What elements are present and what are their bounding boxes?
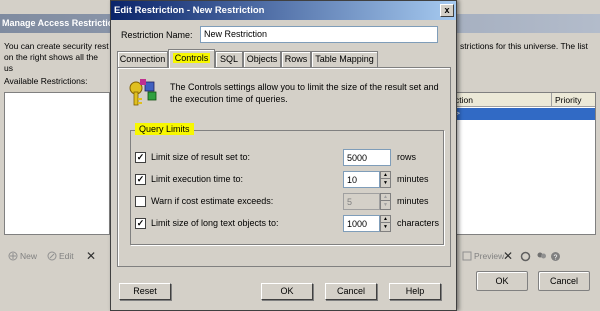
spinner-down-icon[interactable]: ▼ [381, 224, 390, 231]
help-icon: ? [551, 251, 560, 261]
spinner-up-icon[interactable]: ▲ [381, 216, 390, 223]
limit-result-set-option: ✓ Limit size of result set to: 5000 rows [135, 149, 439, 166]
result-set-unit: rows [397, 152, 417, 162]
limit-long-text-label: Limit size of long text objects to: [151, 218, 279, 228]
controls-tab-panel: The Controls settings allow you to limit… [117, 67, 451, 267]
warn-cost-estimate-label: Warn if cost estimate exceeds: [151, 196, 274, 206]
list-header: ction Priority [451, 93, 595, 107]
close-button[interactable]: x [440, 4, 454, 17]
available-restrictions-label: Available Restrictions: [4, 76, 88, 86]
delete-icon: ✕ [86, 249, 97, 263]
tab-connection[interactable]: Connection [117, 51, 168, 67]
dialog-titlebar[interactable]: Edit Restriction - New Restriction x [111, 1, 456, 20]
tab-connection-label: Connection [119, 54, 166, 64]
background-cancel-button[interactable]: Cancel [538, 271, 590, 291]
column-header-priority[interactable]: Priority [555, 95, 581, 105]
limit-long-text-option: ✓ Limit size of long text objects to: 10… [135, 215, 440, 232]
cost-estimate-input: 5 [343, 193, 380, 210]
reset-button[interactable]: Reset [119, 283, 171, 300]
help-button[interactable]: Help [389, 283, 441, 300]
edit-restriction-dialog: Edit Restriction - New Restriction x Res… [110, 0, 457, 311]
execution-time-unit: minutes [397, 174, 429, 184]
cost-estimate-spinner: ▲ ▼ [380, 193, 391, 210]
remove-icon: ✕ [503, 249, 514, 263]
query-limits-label: Query Limits [135, 123, 194, 135]
preview-icon [462, 251, 472, 261]
long-text-unit: characters [397, 218, 440, 228]
new-icon [8, 251, 18, 261]
users-button[interactable] [536, 250, 547, 262]
cancel-button[interactable]: Cancel [325, 283, 377, 300]
execution-time-spinner[interactable]: ▲ ▼ [380, 171, 391, 188]
dialog-title: Edit Restriction - New Restriction [114, 5, 265, 16]
controls-description: The Controls settings allow you to limit… [170, 82, 439, 104]
column-header-restriction[interactable]: ction [455, 95, 473, 105]
tab-objects-label: Objects [246, 54, 278, 64]
list-item-selected[interactable]: > [451, 108, 595, 120]
limit-result-set-label: Limit size of result set to: [151, 152, 251, 162]
users-icon [537, 252, 546, 258]
tab-controls-label: Controls [172, 53, 211, 63]
edit-icon [47, 251, 57, 261]
manage-access-description-continued: strictions for this universe. The list [460, 41, 588, 51]
warn-cost-estimate-option: Warn if cost estimate exceeds: 5 ▲ ▼ min… [135, 193, 439, 210]
query-limits-group: Query Limits ✓ Limit size of result set … [130, 123, 444, 245]
tab-controls[interactable]: Controls [168, 49, 215, 68]
refresh-icon [520, 251, 531, 261]
tab-table-mapping-label: Table Mapping [315, 54, 374, 64]
restriction-name-label: Restriction Name: [121, 30, 193, 40]
edit-restriction-button[interactable]: Edit [47, 250, 74, 262]
column-divider[interactable] [551, 93, 552, 107]
tab-objects[interactable]: Objects [243, 51, 281, 67]
limit-execution-time-label: Limit execution time to: [151, 174, 244, 184]
available-restrictions-list[interactable] [4, 92, 110, 235]
long-text-spinner[interactable]: ▲ ▼ [380, 215, 391, 232]
tab-sql-label: SQL [219, 54, 238, 64]
preview-label: Preview [474, 251, 505, 261]
manage-access-description: You can create security rest on the righ… [4, 41, 109, 73]
tab-rows[interactable]: Rows [281, 51, 311, 67]
limit-result-set-checkbox[interactable]: ✓ [135, 152, 146, 163]
limit-execution-time-option: ✓ Limit execution time to: 10 ▲ ▼ minute… [135, 171, 439, 188]
refresh-button[interactable] [520, 250, 531, 262]
spinner-up-icon: ▲ [381, 194, 390, 201]
cost-estimate-unit: minutes [397, 196, 429, 206]
svg-text:?: ? [554, 254, 558, 261]
controls-keys-icon [129, 79, 157, 106]
restrictions-priority-list[interactable]: ction Priority > [450, 92, 596, 235]
tab-table-mapping[interactable]: Table Mapping [311, 51, 378, 67]
limit-execution-time-checkbox[interactable]: ✓ [135, 174, 146, 185]
new-label: New [20, 251, 38, 261]
spinner-down-icon: ▼ [383, 202, 388, 208]
restriction-name-input[interactable]: New Restriction [200, 26, 438, 43]
preview-button[interactable]: Preview [462, 250, 504, 262]
warn-cost-estimate-checkbox[interactable] [135, 196, 146, 207]
remove-button[interactable]: ✕ [503, 249, 514, 263]
close-icon: x [444, 5, 450, 15]
delete-restriction-button[interactable]: ✕ [86, 249, 97, 263]
long-text-size-input[interactable]: 1000 [343, 215, 380, 232]
tab-rows-label: Rows [284, 54, 308, 64]
limit-long-text-checkbox[interactable]: ✓ [135, 218, 146, 229]
edit-label: Edit [59, 251, 74, 261]
ok-button[interactable]: OK [261, 283, 313, 300]
result-set-size-input[interactable]: 5000 [343, 149, 391, 166]
spinner-down-icon[interactable]: ▼ [381, 180, 390, 187]
tab-sql[interactable]: SQL [215, 51, 243, 67]
help-button[interactable]: ? [550, 250, 561, 262]
new-restriction-button[interactable]: New [8, 250, 37, 262]
execution-time-input[interactable]: 10 [343, 171, 380, 188]
background-ok-button[interactable]: OK [476, 271, 528, 291]
manage-access-title: Manage Access Restriction [2, 18, 119, 28]
spinner-up-icon[interactable]: ▲ [381, 172, 390, 179]
